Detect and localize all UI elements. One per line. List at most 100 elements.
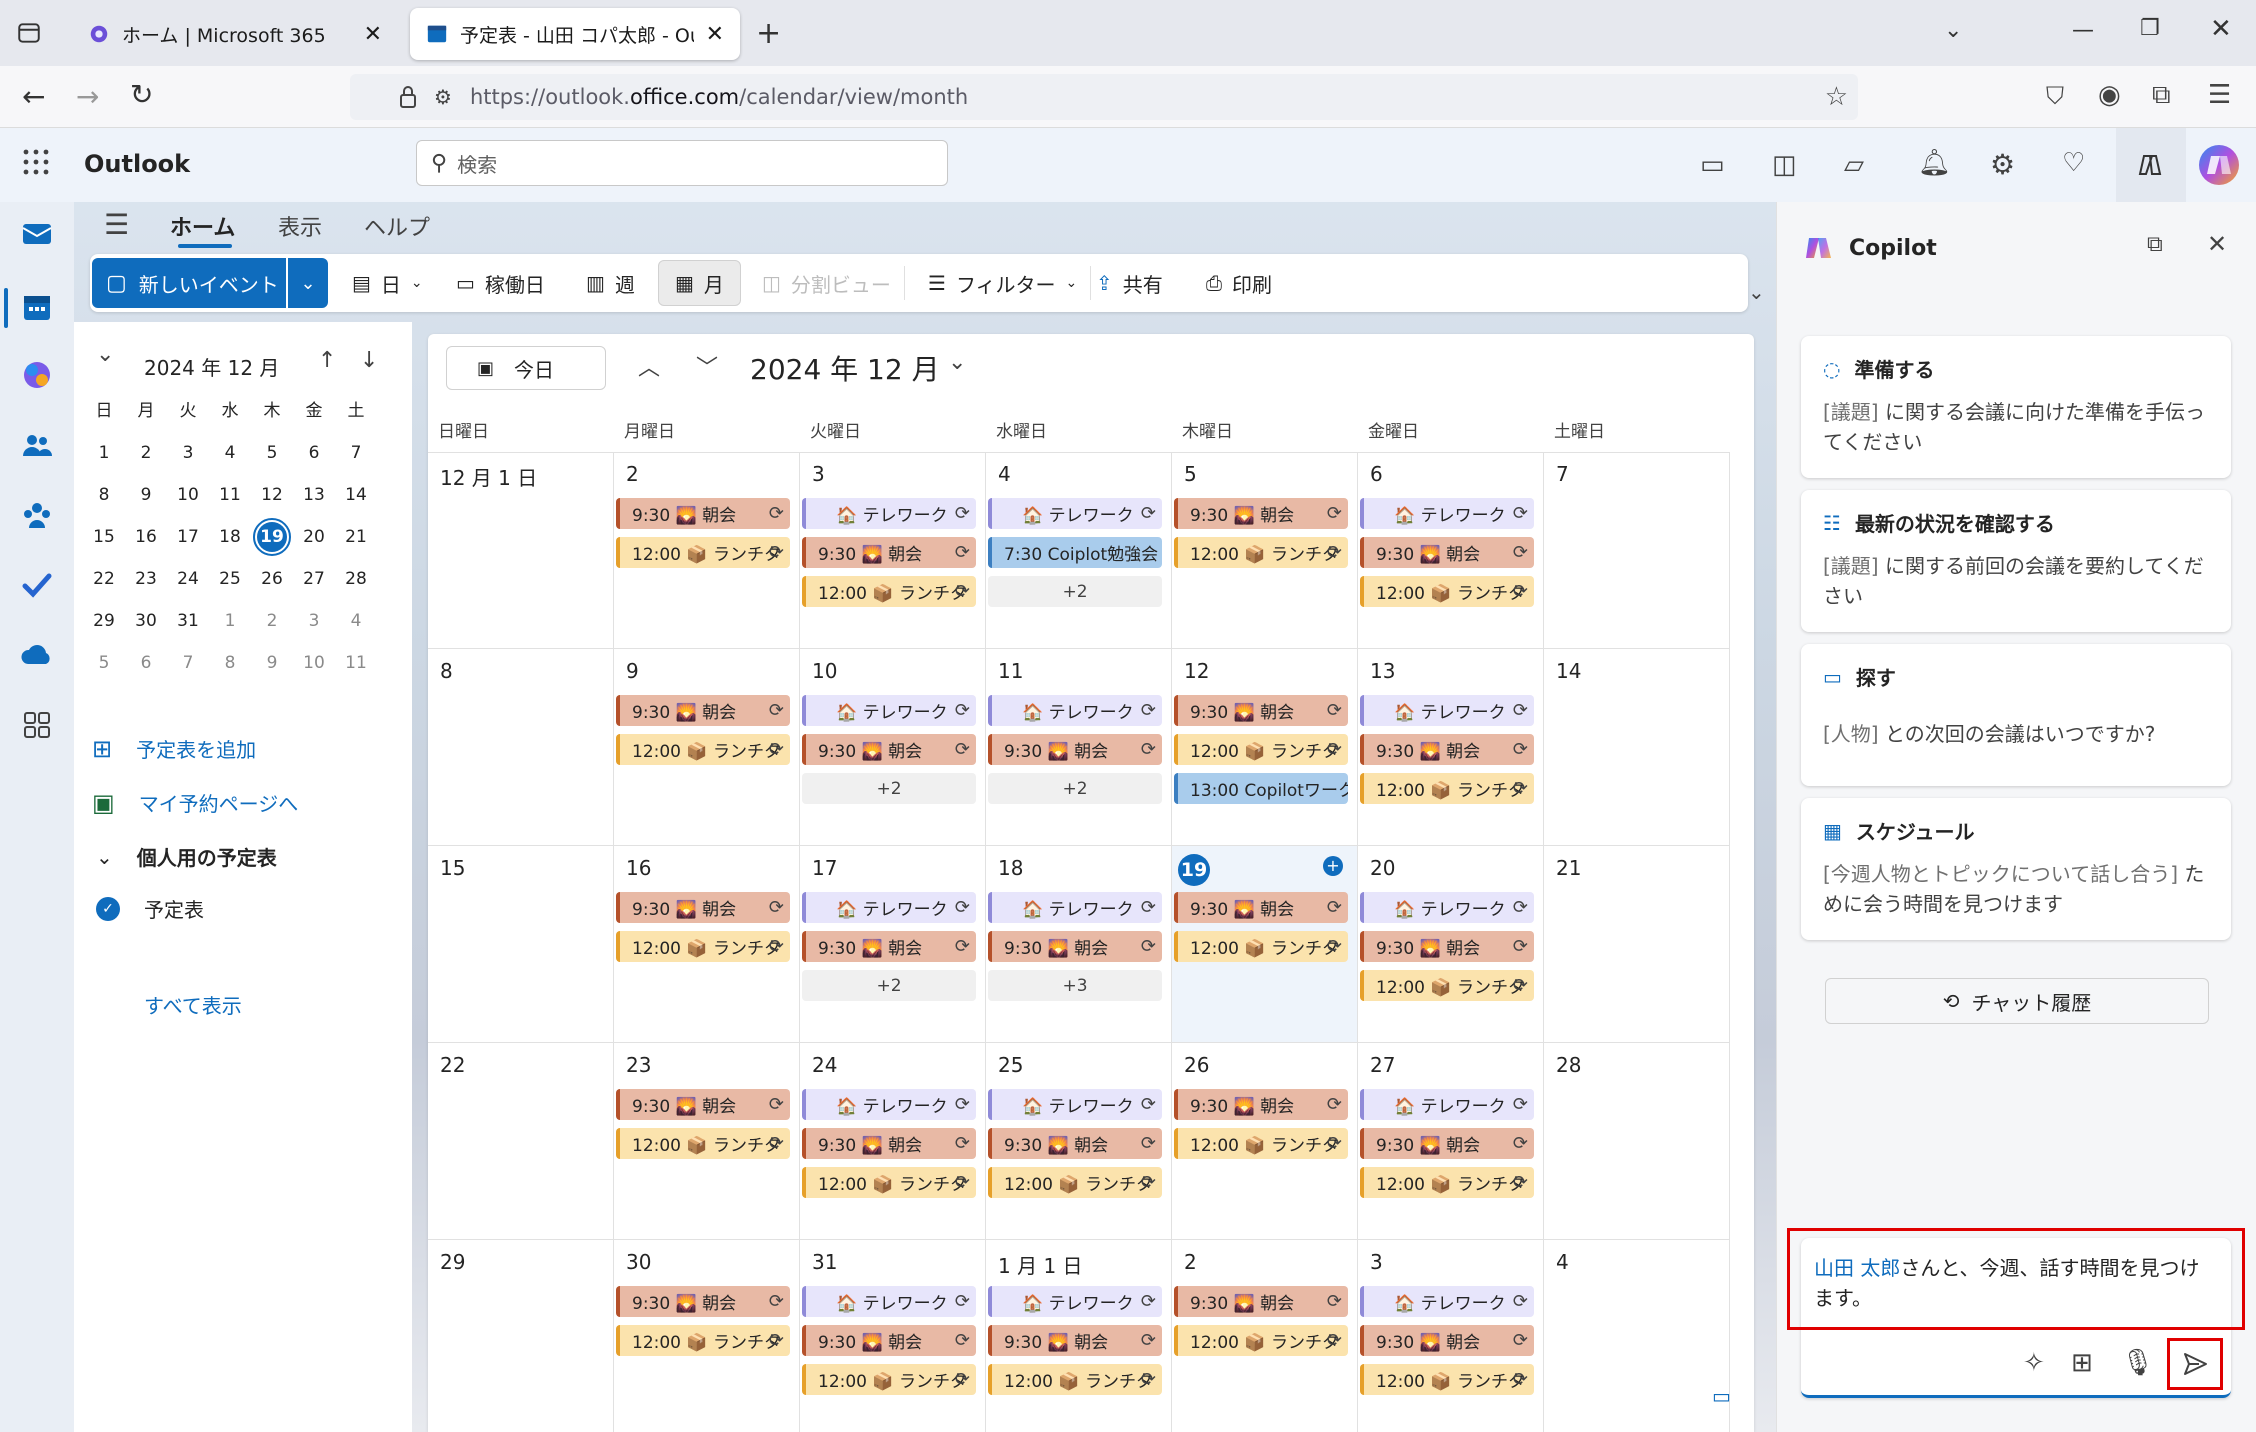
- event-telework[interactable]: 🏠 テレワーク ⟳: [1360, 1286, 1534, 1317]
- pop-out-icon[interactable]: ⧉: [2147, 232, 2163, 257]
- minical-day[interactable]: 12: [254, 480, 290, 510]
- arrow-down-icon[interactable]: ↓: [360, 348, 378, 373]
- collapse-pane-icon[interactable]: ▭: [1712, 1384, 1731, 1408]
- day-cell[interactable]: 14: [1544, 649, 1730, 846]
- hamburger-menu-icon[interactable]: ☰: [104, 208, 129, 241]
- day-cell[interactable]: 3 🏠 テレワーク ⟳ 9:30 🌄 朝会 ⟳ 12:00 📦 ランチタ ⟳: [800, 452, 986, 649]
- event-telework[interactable]: 🏠 テレワーク ⟳: [1360, 1089, 1534, 1120]
- event-lunch[interactable]: 12:00 📦 ランチタ ⟳: [616, 931, 790, 962]
- event-lunch[interactable]: 12:00 📦 ランチタ ⟳: [1360, 1364, 1534, 1395]
- event-lunch[interactable]: 12:00 📦 ランチタ ⟳: [802, 1167, 976, 1198]
- minical-day[interactable]: 23: [128, 564, 164, 594]
- month-title[interactable]: 2024 年 12 月: [750, 348, 940, 388]
- minimize-icon[interactable]: —: [2072, 18, 2094, 43]
- new-event-button[interactable]: ▢ 新しいイベント: [92, 258, 286, 308]
- minical-day[interactable]: 18: [212, 522, 248, 552]
- reload-icon[interactable]: ↻: [130, 78, 153, 111]
- event-telework[interactable]: 🏠 テレワーク ⟳: [802, 892, 976, 923]
- event-morning-meeting[interactable]: 9:30 🌄 朝会 ⟳: [802, 734, 976, 765]
- attach-grid-icon[interactable]: ⊞: [2071, 1348, 2093, 1378]
- event-lunch[interactable]: 12:00 📦 ランチタ ⟳: [802, 576, 976, 607]
- minical-day[interactable]: 3: [170, 438, 206, 468]
- event-morning-meeting[interactable]: 9:30 🌄 朝会 ⟳: [1360, 734, 1534, 765]
- more-events-button[interactable]: +2: [988, 576, 1162, 607]
- day-cell[interactable]: 4 🏠 テレワーク ⟳ 7:30 Coiplot勉強会 +2: [986, 452, 1172, 649]
- pocket-icon[interactable]: ⛉: [2046, 82, 2064, 110]
- send-button[interactable]: [2167, 1338, 2223, 1390]
- day-cell[interactable]: 17 🏠 テレワーク ⟳ 9:30 🌄 朝会 ⟳ +2: [800, 846, 986, 1043]
- day-cell[interactable]: 2 9:30 🌄 朝会 ⟳ 12:00 📦 ランチタ ⟳: [614, 452, 800, 649]
- event-morning-meeting[interactable]: 9:30 🌄 朝会 ⟳: [1360, 1325, 1534, 1356]
- event-morning-meeting[interactable]: 9:30 🌄 朝会 ⟳: [988, 734, 1162, 765]
- event-morning-meeting[interactable]: 9:30 🌄 朝会 ⟳: [616, 892, 790, 923]
- day-cell[interactable]: 20 🏠 テレワーク ⟳ 9:30 🌄 朝会 ⟳ 12:00 📦 ランチタ ⟳: [1358, 846, 1544, 1043]
- gear-icon[interactable]: ⚙: [1990, 148, 2015, 181]
- new-tab-icon[interactable]: +: [756, 16, 781, 51]
- event-morning-meeting[interactable]: 9:30 🌄 朝会 ⟳: [802, 537, 976, 568]
- people-icon[interactable]: [20, 428, 54, 462]
- add-event-icon[interactable]: +: [1323, 856, 1343, 876]
- minical-day[interactable]: 4: [212, 438, 248, 468]
- search-input[interactable]: ⚲ 検索: [416, 140, 948, 186]
- day-cell[interactable]: 9 9:30 🌄 朝会 ⟳ 12:00 📦 ランチタ ⟳: [614, 649, 800, 846]
- minical-day[interactable]: 9: [128, 480, 164, 510]
- event-lunch[interactable]: 12:00 📦 ランチタ ⟳: [802, 1364, 976, 1395]
- minical-day[interactable]: 15: [86, 522, 122, 552]
- minical-day[interactable]: 24: [170, 564, 206, 594]
- day-cell[interactable]: 18 🏠 テレワーク ⟳ 9:30 🌄 朝会 ⟳ +3: [986, 846, 1172, 1043]
- new-event-dropdown[interactable]: ⌄: [288, 258, 328, 308]
- event-telework[interactable]: 🏠 テレワーク ⟳: [1360, 498, 1534, 529]
- event-morning-meeting[interactable]: 9:30 🌄 朝会 ⟳: [1360, 1128, 1534, 1159]
- event-lunch[interactable]: 12:00 📦 ランチタ ⟳: [1360, 970, 1534, 1001]
- mail-icon[interactable]: [20, 216, 54, 250]
- event-telework[interactable]: 🏠 テレワーク ⟳: [802, 1089, 976, 1120]
- share-button[interactable]: ⇪ 共有: [1096, 254, 1163, 312]
- event-morning-meeting[interactable]: 9:30 🌄 朝会 ⟳: [802, 931, 976, 962]
- minical-day[interactable]: 1: [212, 606, 248, 636]
- event-morning-meeting[interactable]: 9:30 🌄 朝会 ⟳: [616, 1089, 790, 1120]
- event-morning-meeting[interactable]: 9:30 🌄 朝会 ⟳: [1174, 498, 1348, 529]
- event-lunch[interactable]: 12:00 📦 ランチタ ⟳: [1360, 773, 1534, 804]
- minical-day[interactable]: 4: [338, 606, 374, 636]
- account-icon[interactable]: ◉: [2098, 80, 2121, 110]
- minical-day[interactable]: 17: [170, 522, 206, 552]
- day-cell[interactable]: 4: [1544, 1240, 1730, 1432]
- filter-button[interactable]: ☰ フィルター ⌄: [928, 254, 1077, 312]
- minical-day[interactable]: 25: [212, 564, 248, 594]
- event-telework[interactable]: 🏠 テレワーク ⟳: [988, 892, 1162, 923]
- event-morning-meeting[interactable]: 9:30 🌄 朝会 ⟳: [1174, 695, 1348, 726]
- minical-day[interactable]: 1: [86, 438, 122, 468]
- minical-day[interactable]: 6: [128, 648, 164, 678]
- bookmark-star-icon[interactable]: ☆: [1825, 82, 1848, 112]
- minical-day[interactable]: 5: [254, 438, 290, 468]
- event-morning-meeting[interactable]: 9:30 🌄 朝会 ⟳: [616, 695, 790, 726]
- bell-icon[interactable]: 🔔︎: [1918, 148, 1951, 178]
- more-events-button[interactable]: +2: [802, 773, 976, 804]
- browser-tab-outlook[interactable]: 予定表 - 山田 コパ太郎 - Outloo ✕: [410, 8, 740, 60]
- day-cell[interactable]: 26 9:30 🌄 朝会 ⟳ 12:00 📦 ランチタ ⟳: [1172, 1043, 1358, 1240]
- event-telework[interactable]: 🏠 テレワーク ⟳: [1360, 695, 1534, 726]
- event-lunch[interactable]: 12:00 📦 ランチタ ⟳: [1360, 576, 1534, 607]
- prompt-card-catchup[interactable]: ☷ 最新の状況を確認する [議題] に関する前回の会議を要約してください: [1801, 490, 2231, 632]
- day-cell[interactable]: 22: [428, 1043, 614, 1240]
- microphone-icon[interactable]: 🎙︎: [2121, 1348, 2154, 1378]
- copilot-toggle-icon[interactable]: [2116, 128, 2186, 202]
- event-telework[interactable]: 🏠 テレワーク ⟳: [802, 1286, 976, 1317]
- back-arrow-icon[interactable]: ←: [22, 80, 45, 113]
- booking-page-link[interactable]: ▣ マイ予約ページへ: [92, 788, 298, 817]
- event-meeting[interactable]: 13:00 Copilotワーク:: [1174, 773, 1348, 804]
- day-cell[interactable]: 21: [1544, 846, 1730, 1043]
- more-apps-icon[interactable]: [20, 708, 54, 742]
- day-cell[interactable]: 2 9:30 🌄 朝会 ⟳ 12:00 📦 ランチタ ⟳: [1172, 1240, 1358, 1432]
- onenote-feed-icon[interactable]: ◫: [1772, 150, 1797, 180]
- event-morning-meeting[interactable]: 9:30 🌄 朝会 ⟳: [1174, 1286, 1348, 1317]
- prompt-sparkle-icon[interactable]: ✧: [2023, 1348, 2045, 1378]
- day-cell[interactable]: 27 🏠 テレワーク ⟳ 9:30 🌄 朝会 ⟳ 12:00 📦 ランチタ ⟳: [1358, 1043, 1544, 1240]
- event-morning-meeting[interactable]: 9:30 🌄 朝会 ⟳: [1174, 892, 1348, 923]
- event-telework[interactable]: 🏠 テレワーク ⟳: [802, 498, 976, 529]
- day-cell[interactable]: 30 9:30 🌄 朝会 ⟳ 12:00 📦 ランチタ ⟳: [614, 1240, 800, 1432]
- minical-day[interactable]: 26: [254, 564, 290, 594]
- minical-day[interactable]: 6: [296, 438, 332, 468]
- minical-day[interactable]: 11: [212, 480, 248, 510]
- more-events-button[interactable]: +2: [802, 970, 976, 1001]
